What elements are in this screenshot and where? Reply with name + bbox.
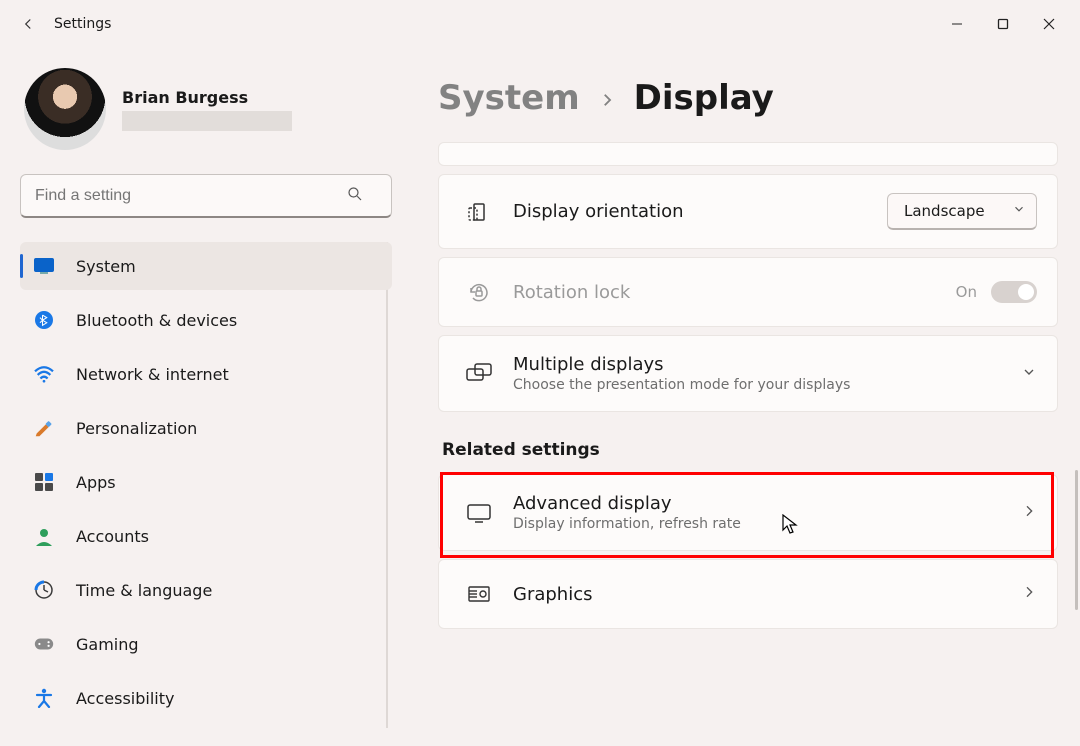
- nav-label: Personalization: [76, 419, 197, 438]
- advanced-label: Advanced display: [513, 493, 1021, 514]
- nav-label: Network & internet: [76, 365, 229, 384]
- breadcrumb-current: Display: [634, 78, 774, 118]
- user-email-placeholder: [122, 111, 292, 131]
- rotation-label: Rotation lock: [513, 282, 956, 303]
- chevron-down-icon: [1021, 364, 1037, 384]
- chevron-right-icon: [598, 91, 616, 113]
- partial-card-top[interactable]: [438, 142, 1058, 166]
- nav-list: System Bluetooth & devices Network & int…: [20, 242, 388, 728]
- multiple-label: Multiple displays: [513, 354, 1021, 375]
- orientation-dropdown[interactable]: Landscape: [887, 193, 1037, 230]
- graphics-label: Graphics: [513, 584, 1021, 605]
- minimize-button[interactable]: [934, 8, 980, 40]
- chevron-down-icon: [1012, 202, 1026, 220]
- back-button[interactable]: [8, 4, 48, 44]
- breadcrumb: System Display: [438, 78, 1058, 118]
- avatar: [24, 68, 106, 150]
- nav-bluetooth[interactable]: Bluetooth & devices: [20, 296, 392, 344]
- rotation-lock-row: Rotation lock On: [438, 257, 1058, 327]
- rotation-lock-icon: [459, 280, 499, 304]
- nav-system[interactable]: System: [20, 242, 392, 290]
- graphics-row[interactable]: Graphics: [438, 559, 1058, 629]
- related-heading: Related settings: [442, 440, 1058, 460]
- rotation-state: On: [956, 283, 977, 301]
- advanced-sub: Display information, refresh rate: [513, 516, 1021, 532]
- nav-label: Gaming: [76, 635, 139, 654]
- multiple-displays-row[interactable]: Multiple displays Choose the presentatio…: [438, 335, 1058, 412]
- nav-label: System: [76, 257, 136, 276]
- orientation-value: Landscape: [904, 202, 985, 220]
- bluetooth-icon: [32, 308, 56, 332]
- apps-icon: [32, 470, 56, 494]
- close-button[interactable]: [1026, 8, 1072, 40]
- nav-label: Accessibility: [76, 689, 174, 708]
- graphics-icon: [459, 584, 499, 604]
- orientation-label: Display orientation: [513, 201, 887, 222]
- accessibility-icon: [32, 686, 56, 710]
- display-orientation-row[interactable]: Display orientation Landscape: [438, 174, 1058, 249]
- nav-apps[interactable]: Apps: [20, 458, 392, 506]
- window-title: Settings: [54, 16, 111, 32]
- accounts-icon: [32, 524, 56, 548]
- paintbrush-icon: [32, 416, 56, 440]
- nav-accounts[interactable]: Accounts: [20, 512, 392, 560]
- maximize-button[interactable]: [980, 8, 1026, 40]
- multiple-sub: Choose the presentation mode for your di…: [513, 377, 1021, 393]
- search-box[interactable]: [20, 174, 388, 218]
- system-icon: [32, 254, 56, 278]
- nav-network[interactable]: Network & internet: [20, 350, 392, 398]
- advanced-display-row[interactable]: Advanced display Display information, re…: [438, 474, 1058, 551]
- nav-gaming[interactable]: Gaming: [20, 620, 392, 668]
- nav-label: Accounts: [76, 527, 149, 546]
- multiple-displays-icon: [459, 363, 499, 385]
- nav-personalization[interactable]: Personalization: [20, 404, 392, 452]
- rotation-toggle: [991, 281, 1037, 303]
- user-profile[interactable]: Brian Burgess: [20, 68, 388, 150]
- nav-label: Bluetooth & devices: [76, 311, 237, 330]
- scrollbar[interactable]: [1075, 470, 1078, 610]
- nav-accessibility[interactable]: Accessibility: [20, 674, 392, 722]
- breadcrumb-parent[interactable]: System: [438, 78, 580, 118]
- user-name: Brian Burgess: [122, 88, 292, 107]
- nav-label: Time & language: [76, 581, 212, 600]
- chevron-right-icon: [1021, 584, 1037, 604]
- nav-time[interactable]: Time & language: [20, 566, 392, 614]
- nav-label: Apps: [76, 473, 116, 492]
- search-icon: [346, 185, 364, 207]
- chevron-right-icon: [1021, 503, 1037, 523]
- clock-icon: [32, 578, 56, 602]
- wifi-icon: [32, 362, 56, 386]
- search-input[interactable]: [20, 174, 392, 218]
- gaming-icon: [32, 632, 56, 656]
- monitor-icon: [459, 503, 499, 523]
- orientation-icon: [459, 202, 499, 222]
